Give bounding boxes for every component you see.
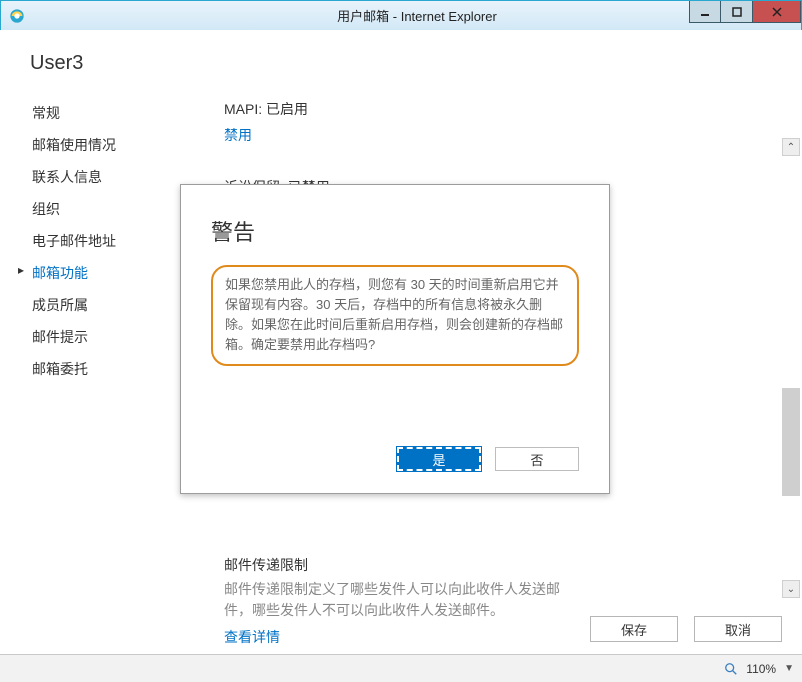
window-buttons [689,1,801,23]
ie-icon [9,8,25,24]
scroll-down-arrow[interactable]: ⌄ [782,580,800,598]
delivery-title: 邮件传递限制 [224,555,792,575]
client-area: User3 常规 邮箱使用情况 联系人信息 组织 电子邮件地址 邮箱功能 成员所… [0,30,802,654]
scroll-thumb[interactable] [782,388,800,496]
delivery-details-link[interactable]: 查看详情 [224,627,280,647]
sidebar-item-memberof[interactable]: 成员所属 [18,289,168,321]
sidebar-item-email[interactable]: 电子邮件地址 [18,225,168,257]
dialog-title: 警告 [211,215,579,247]
mapi-status: MAPI: 已启用 [224,99,792,119]
sidebar-item-org[interactable]: 组织 [18,193,168,225]
maximize-button[interactable] [721,1,753,23]
close-button[interactable] [753,1,801,23]
zoom-icon[interactable] [724,662,738,676]
vertical-scrollbar[interactable]: ⌃ ⌄ [782,138,800,598]
mapi-disable-link[interactable]: 禁用 [224,125,252,145]
window-title: 用户邮箱 - Internet Explorer [33,6,801,25]
zoom-value[interactable]: 110% [746,662,776,676]
sidebar-item-general[interactable]: 常规 [18,97,168,129]
sidebar-item-contact[interactable]: 联系人信息 [18,161,168,193]
scroll-up-arrow[interactable]: ⌃ [782,138,800,156]
minimize-button[interactable] [689,1,721,23]
dialog-body-highlight: 如果您禁用此人的存档，则您有 30 天的时间重新启用它并保留现有内容。30 天后… [211,265,579,366]
sidebar-item-features[interactable]: 邮箱功能 [18,257,168,289]
warning-dialog: 警告 如果您禁用此人的存档，则您有 30 天的时间重新启用它并保留现有内容。30… [180,184,610,494]
dialog-no-button[interactable]: 否 [495,447,579,471]
dialog-body: 如果您禁用此人的存档，则您有 30 天的时间重新启用它并保留现有内容。30 天后… [225,275,565,356]
cancel-button[interactable]: 取消 [694,616,782,642]
sidebar: 常规 邮箱使用情况 联系人信息 组织 电子邮件地址 邮箱功能 成员所属 邮件提示… [18,97,168,647]
title-bar: 用户邮箱 - Internet Explorer [1,1,801,31]
dialog-yes-button[interactable]: 是 [397,447,481,471]
page-title: User3 [30,52,792,75]
status-bar: 110% ▼ [0,654,802,682]
sidebar-item-delegation[interactable]: 邮箱委托 [18,353,168,385]
footer-actions: 保存 取消 [590,616,782,642]
sidebar-item-usage[interactable]: 邮箱使用情况 [18,129,168,161]
dialog-actions: 是 否 [397,447,579,471]
delivery-body: 邮件传递限制定义了哪些发件人可以向此收件人发送邮件，哪些发件人不可以向此收件人发… [224,579,584,621]
zoom-dropdown-icon[interactable]: ▼ [784,663,794,674]
sidebar-item-mailtip[interactable]: 邮件提示 [18,321,168,353]
save-button[interactable]: 保存 [590,616,678,642]
